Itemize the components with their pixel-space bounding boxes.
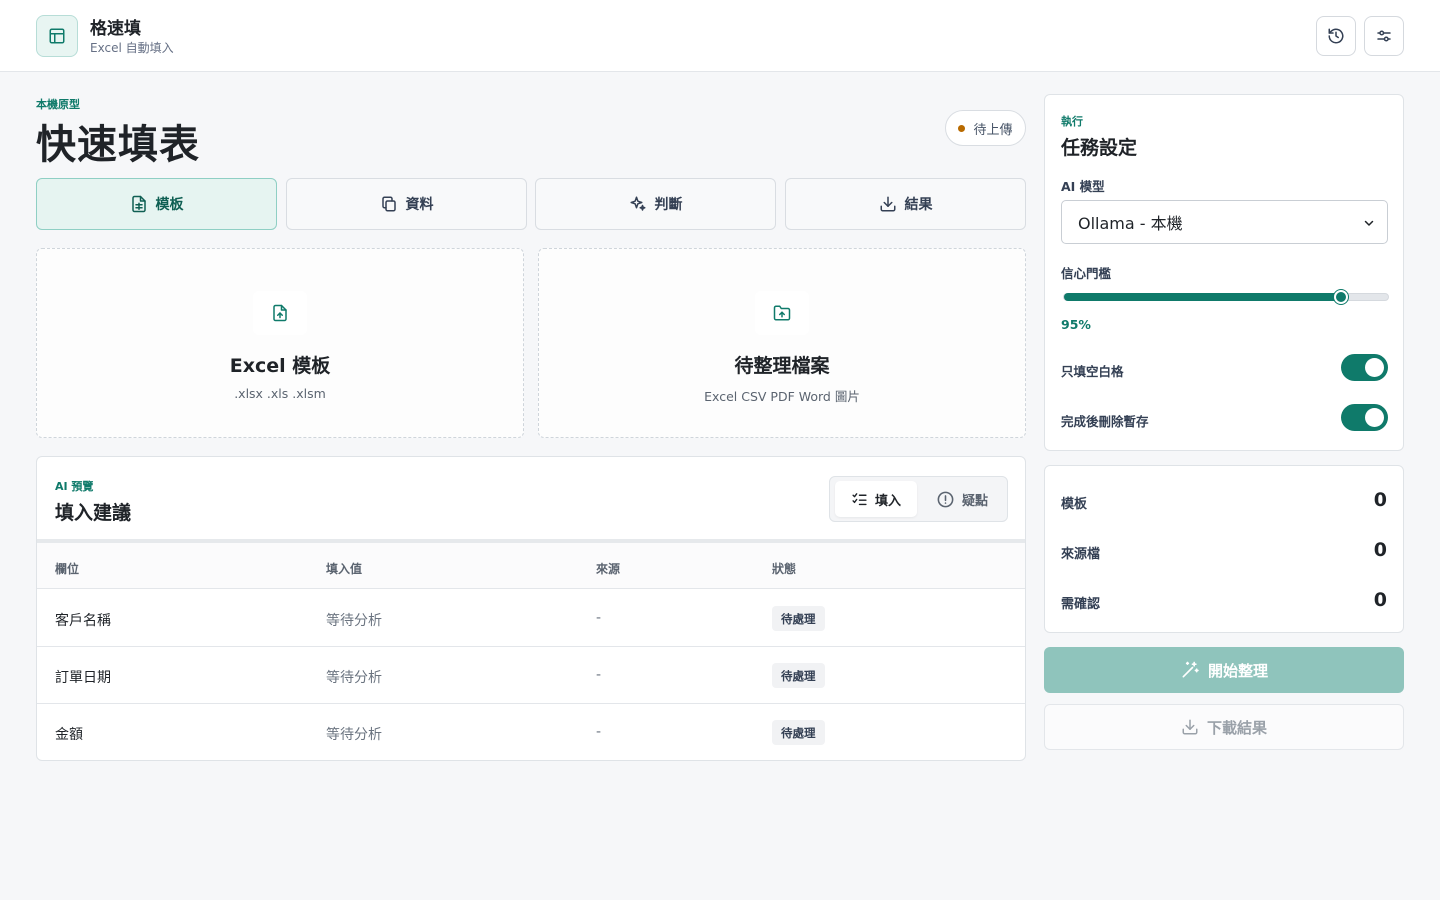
table-logo-icon xyxy=(36,15,78,57)
table-row: 客戶名稱 等待分析 - 待處理 xyxy=(37,590,1025,647)
slider-fill xyxy=(1064,293,1341,301)
cell-field: 客戶名稱 xyxy=(55,613,111,629)
preview-eyebrow: AI 預覽 xyxy=(55,480,94,493)
upload-subtitle: .xlsx .xls .xlsm xyxy=(234,386,326,401)
stat-value-confirm: 0 xyxy=(1373,589,1387,611)
segment-label: 疑點 xyxy=(961,493,988,509)
only-blank-toggle[interactable] xyxy=(1341,354,1388,381)
cell-source: - xyxy=(596,610,602,626)
magic-wand-icon xyxy=(1180,660,1200,680)
status-badge: 待處理 xyxy=(772,663,825,688)
threshold-slider[interactable] xyxy=(1063,290,1389,304)
ai-preview-panel: AI 預覽 填入建議 填入 疑點 欄位 填入值 來源 狀態 客戶名稱 等待分析 … xyxy=(36,456,1026,761)
segment-label: 填入 xyxy=(874,493,901,509)
tab-label: 結果 xyxy=(904,197,933,213)
sliders-icon xyxy=(1375,27,1393,45)
delete-temp-toggle[interactable] xyxy=(1341,404,1388,431)
cell-source: - xyxy=(596,724,602,740)
stats-card: 模板 0 來源檔 0 需確認 0 xyxy=(1044,465,1404,633)
download-label: 下載結果 xyxy=(1206,718,1267,737)
cell-value: 等待分析 xyxy=(326,670,382,686)
table-header: 欄位 填入值 來源 狀態 xyxy=(37,543,1025,589)
stat-label-template: 模板 xyxy=(1061,497,1088,512)
source-upload-dropzone[interactable]: 待整理檔案 Excel CSV PDF Word 圖片 xyxy=(538,248,1026,438)
cell-value: 等待分析 xyxy=(326,613,382,629)
alert-circle-icon xyxy=(936,490,955,509)
settings-eyebrow: 執行 xyxy=(1061,115,1083,128)
settings-title: 任務設定 xyxy=(1061,137,1138,159)
download-icon xyxy=(879,195,897,213)
table-row: 金額 等待分析 - 待處理 xyxy=(37,704,1025,760)
tab-template[interactable]: 模板 xyxy=(36,178,277,230)
status-badge: 待處理 xyxy=(772,606,825,631)
download-result-button[interactable]: 下載結果 xyxy=(1044,704,1404,750)
page-title: 快速填表 xyxy=(36,122,200,168)
toggle-knob xyxy=(1365,358,1384,377)
preview-segmented-control: 填入 疑點 xyxy=(829,476,1008,522)
tab-label: 模板 xyxy=(155,197,184,213)
threshold-value: 95% xyxy=(1061,317,1091,332)
column-header-field: 欄位 xyxy=(55,562,80,576)
cell-value: 等待分析 xyxy=(326,727,382,743)
status-dot-icon xyxy=(958,124,966,132)
status-text: 待上傳 xyxy=(973,122,1013,138)
preview-title: 填入建議 xyxy=(55,502,132,524)
checklist-icon xyxy=(851,491,868,508)
task-settings-card: 執行 任務設定 AI 模型 Ollama - 本機 信心門檻 95% 只填空白格… xyxy=(1044,94,1404,451)
model-select[interactable]: Ollama - 本機 xyxy=(1061,200,1388,244)
settings-button[interactable] xyxy=(1364,16,1404,56)
app-subtitle: Excel 自動填入 xyxy=(90,41,174,55)
tab-label: 資料 xyxy=(405,197,434,213)
only-blank-label: 只填空白格 xyxy=(1061,364,1124,379)
chevron-down-icon xyxy=(1363,217,1375,229)
tab-data[interactable]: 資料 xyxy=(286,178,527,230)
start-button[interactable]: 開始整理 xyxy=(1044,647,1404,693)
status-badge: 待上傳 xyxy=(945,110,1026,146)
upload-title: 待整理檔案 xyxy=(734,355,830,377)
app-name: 格速填 xyxy=(90,19,141,39)
upload-subtitle: Excel CSV PDF Word 圖片 xyxy=(704,389,860,404)
stat-label-source: 來源檔 xyxy=(1061,547,1101,562)
template-upload-dropzone[interactable]: Excel 模板 .xlsx .xls .xlsm xyxy=(36,248,524,438)
toggle-knob xyxy=(1365,408,1384,427)
stat-value-source: 0 xyxy=(1373,539,1387,561)
segment-fill[interactable]: 填入 xyxy=(835,481,917,517)
stat-value-template: 0 xyxy=(1373,489,1387,511)
download-icon xyxy=(1181,718,1199,736)
upload-title: Excel 模板 xyxy=(229,355,331,377)
file-sheet-icon xyxy=(130,195,148,213)
start-label: 開始整理 xyxy=(1207,661,1268,680)
model-select-value: Ollama - 本機 xyxy=(1078,214,1183,233)
cell-source: - xyxy=(596,667,602,683)
column-header-status: 狀態 xyxy=(772,562,797,576)
history-icon xyxy=(1327,27,1345,45)
segment-issues[interactable]: 疑點 xyxy=(928,481,996,517)
threshold-label: 信心門檻 xyxy=(1061,266,1112,281)
sparkles-icon xyxy=(629,195,647,213)
history-button[interactable] xyxy=(1316,16,1356,56)
cell-field: 金額 xyxy=(55,727,83,743)
cell-field: 訂單日期 xyxy=(55,670,111,686)
tab-result[interactable]: 結果 xyxy=(785,178,1026,230)
stat-label-confirm: 需確認 xyxy=(1061,597,1101,612)
status-badge: 待處理 xyxy=(772,720,825,745)
column-header-source: 來源 xyxy=(596,562,621,576)
copy-files-icon xyxy=(380,195,398,213)
table-row: 訂單日期 等待分析 - 待處理 xyxy=(37,647,1025,704)
file-upload-icon xyxy=(253,291,307,335)
tab-judge[interactable]: 判斷 xyxy=(535,178,776,230)
tab-label: 判斷 xyxy=(654,197,683,213)
app-header: 格速填 Excel 自動填入 xyxy=(0,0,1440,72)
slider-thumb[interactable] xyxy=(1334,290,1348,304)
page-eyebrow: 本機原型 xyxy=(36,98,80,111)
delete-temp-label: 完成後刪除暫存 xyxy=(1061,414,1149,429)
model-label: AI 模型 xyxy=(1061,179,1105,194)
column-header-value: 填入值 xyxy=(326,562,363,576)
folder-upload-icon xyxy=(755,291,809,335)
